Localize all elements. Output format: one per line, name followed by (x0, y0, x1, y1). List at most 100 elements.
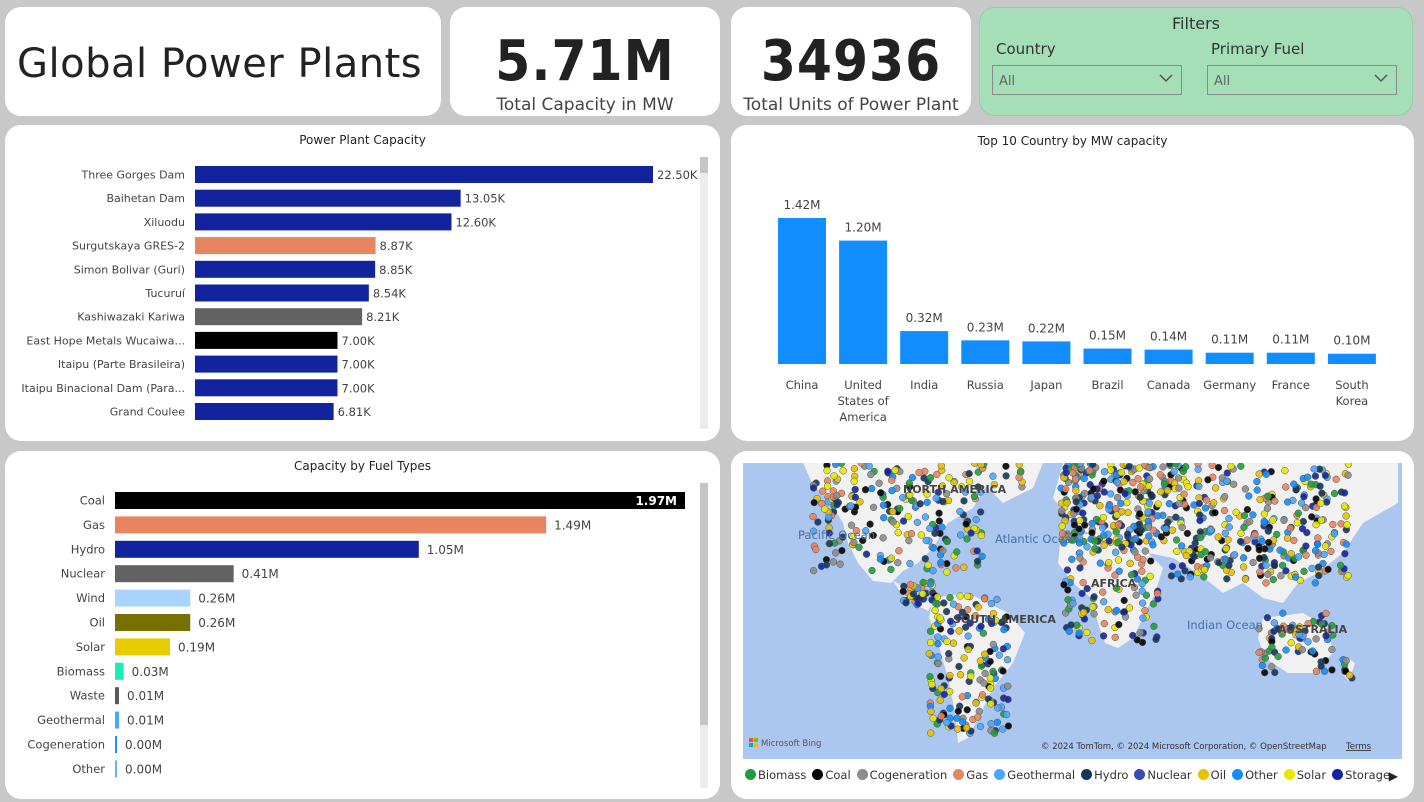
plant-marker[interactable] (964, 632, 972, 640)
plant-marker[interactable] (940, 599, 948, 607)
plant-marker[interactable] (1083, 543, 1091, 551)
plant-marker[interactable] (1091, 537, 1099, 545)
fuel-bar[interactable] (115, 565, 234, 583)
plant-marker[interactable] (1304, 638, 1312, 646)
plant-marker[interactable] (962, 724, 971, 732)
capacity-bar[interactable] (195, 355, 338, 373)
plant-marker[interactable] (1240, 523, 1248, 531)
plant-marker[interactable] (1080, 608, 1088, 617)
plant-marker[interactable] (937, 685, 945, 693)
plant-marker[interactable] (894, 528, 902, 537)
world-map[interactable]: Pacific Ocean Atlantic Ocean Indian Ocea… (743, 463, 1402, 759)
plant-marker[interactable] (1342, 540, 1350, 548)
plant-marker[interactable] (929, 544, 938, 552)
plant-marker[interactable] (1160, 480, 1169, 488)
plant-marker[interactable] (1330, 530, 1339, 538)
plant-marker[interactable] (1265, 538, 1273, 547)
plant-marker[interactable] (967, 529, 975, 537)
plant-marker[interactable] (1072, 486, 1080, 495)
plant-marker[interactable] (1172, 513, 1180, 521)
plant-marker[interactable] (1172, 536, 1181, 544)
plant-marker[interactable] (1261, 654, 1269, 662)
plant-marker[interactable] (812, 545, 820, 554)
plant-marker[interactable] (962, 520, 970, 528)
fuel-bar[interactable] (115, 662, 124, 680)
plant-marker[interactable] (1210, 499, 1218, 507)
plant-marker[interactable] (958, 693, 966, 701)
plant-marker[interactable] (851, 493, 860, 501)
plant-marker[interactable] (937, 712, 945, 720)
plant-marker[interactable] (1125, 604, 1134, 612)
plant-marker[interactable] (1227, 463, 1235, 470)
plant-marker[interactable] (934, 653, 942, 661)
plant-marker[interactable] (926, 638, 935, 647)
plant-marker[interactable] (1340, 502, 1349, 510)
plant-marker[interactable] (1134, 475, 1142, 483)
plant-marker[interactable] (1138, 599, 1147, 607)
capacity-bar[interactable] (195, 237, 376, 255)
plant-marker[interactable] (1245, 492, 1253, 500)
plant-marker[interactable] (861, 486, 870, 494)
plant-marker[interactable] (1000, 625, 1008, 634)
capacity-bar[interactable] (195, 189, 461, 207)
plant-marker[interactable] (868, 566, 876, 575)
plant-marker[interactable] (929, 714, 937, 722)
plant-marker[interactable] (1317, 662, 1325, 670)
plant-marker[interactable] (830, 472, 838, 480)
top-countries-chart[interactable]: 1.42M China 1.20M United States of America 0.3… (731, 125, 1414, 441)
plant-marker[interactable] (809, 566, 818, 575)
plant-marker[interactable] (914, 599, 923, 608)
plant-marker[interactable] (834, 498, 842, 507)
fuel-bar[interactable] (115, 638, 170, 656)
plant-marker[interactable] (1237, 529, 1245, 537)
plant-marker[interactable] (1115, 567, 1123, 575)
plant-marker[interactable] (919, 590, 927, 598)
plant-marker[interactable] (1069, 469, 1077, 477)
plant-marker[interactable] (875, 479, 883, 487)
plant-marker[interactable] (1311, 472, 1320, 480)
plant-marker[interactable] (1225, 523, 1233, 531)
plant-marker[interactable] (809, 484, 818, 492)
plant-marker[interactable] (1328, 645, 1336, 654)
plant-marker[interactable] (1323, 498, 1331, 506)
plant-marker[interactable] (1312, 635, 1320, 643)
fuel-scrollbar[interactable] (700, 483, 708, 788)
plant-marker[interactable] (943, 637, 951, 646)
plant-marker[interactable] (868, 484, 876, 493)
plant-marker[interactable] (936, 696, 944, 704)
plant-marker[interactable] (976, 508, 985, 516)
legend-item[interactable]: Other (1232, 768, 1278, 782)
plant-marker[interactable] (1316, 482, 1324, 490)
plant-marker[interactable] (1062, 469, 1070, 477)
capacity-bar[interactable] (195, 260, 376, 278)
plant-marker[interactable] (1195, 499, 1203, 508)
fuel-dropdown[interactable]: All (1207, 65, 1397, 95)
plant-marker[interactable] (989, 472, 997, 480)
plant-marker[interactable] (1223, 469, 1231, 477)
plant-marker[interactable] (993, 595, 1001, 604)
plant-marker[interactable] (1157, 488, 1165, 496)
plant-marker[interactable] (928, 680, 936, 689)
plant-marker[interactable] (1204, 476, 1212, 484)
plant-marker[interactable] (1246, 517, 1254, 526)
plant-marker[interactable] (1344, 463, 1353, 468)
plant-marker[interactable] (1321, 471, 1330, 480)
plant-marker[interactable] (1100, 598, 1108, 606)
plant-marker[interactable] (829, 558, 838, 566)
plant-marker[interactable] (953, 548, 961, 556)
plant-marker[interactable] (1125, 463, 1133, 471)
plant-marker[interactable] (1138, 567, 1146, 575)
plant-marker[interactable] (937, 559, 945, 567)
legend-item[interactable]: Biomass (745, 768, 806, 782)
plant-marker[interactable] (1291, 573, 1300, 581)
plant-marker[interactable] (963, 592, 972, 600)
plant-marker[interactable] (1258, 661, 1267, 670)
country-dropdown[interactable]: All (992, 65, 1182, 95)
plant-marker[interactable] (1294, 553, 1303, 561)
plant-marker[interactable] (1201, 548, 1209, 556)
plant-marker[interactable] (1162, 525, 1170, 533)
plant-marker[interactable] (877, 489, 885, 497)
plant-marker[interactable] (1131, 488, 1139, 496)
country-bar[interactable] (778, 218, 826, 364)
pp-scroll-thumb[interactable] (700, 157, 708, 173)
